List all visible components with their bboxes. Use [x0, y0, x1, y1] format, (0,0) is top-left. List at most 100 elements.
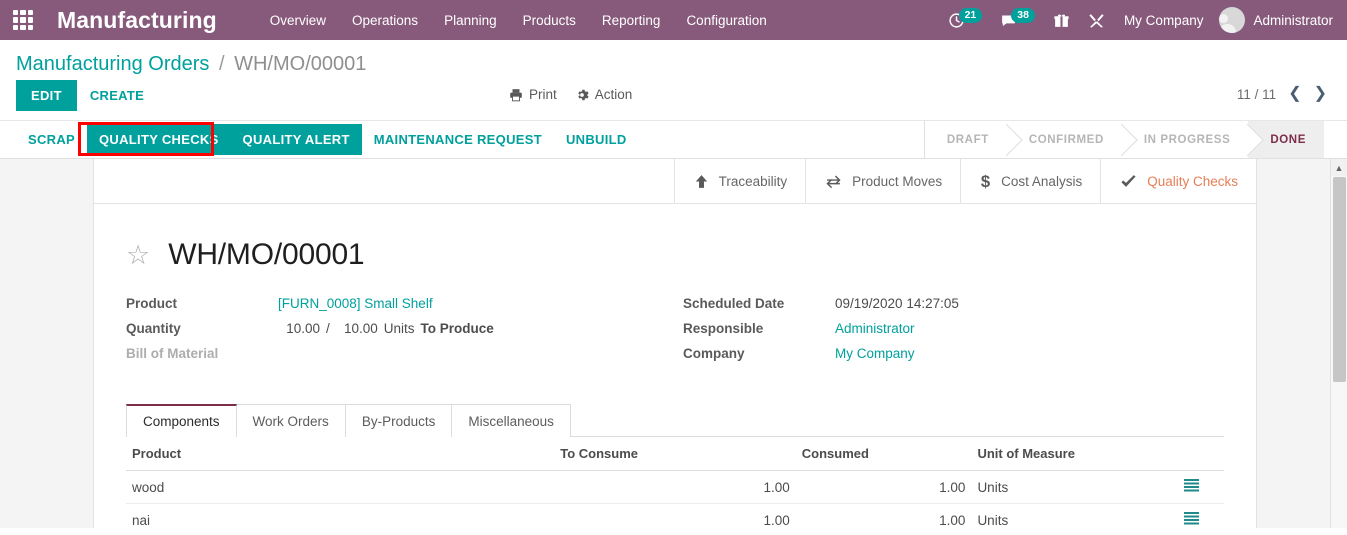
scrollbar-thumb[interactable]: [1333, 177, 1346, 382]
apps-grid-icon[interactable]: [13, 10, 33, 30]
form-background: Traceability Product Moves $ Cost Analys…: [0, 159, 1347, 528]
components-table-header: Product To Consume Consumed Unit of Meas…: [126, 437, 1224, 471]
stat-label-cost-analysis: Cost Analysis: [1001, 173, 1083, 189]
messages-menu[interactable]: 38: [991, 0, 1044, 40]
edit-button[interactable]: EDIT: [16, 80, 77, 111]
stat-buttons-bar: Traceability Product Moves $ Cost Analys…: [94, 159, 1256, 204]
breadcrumb-separator: /: [218, 53, 225, 75]
tab-components[interactable]: Components: [126, 404, 237, 437]
tab-by-products[interactable]: By-Products: [344, 404, 453, 437]
cell-product: wood: [126, 470, 555, 504]
stat-button-product-moves[interactable]: Product Moves: [805, 159, 960, 203]
menu-item-overview[interactable]: Overview: [257, 2, 339, 39]
breadcrumb: Manufacturing Orders / WH/MO/00001: [16, 40, 1331, 80]
column-header-to-consume[interactable]: To Consume: [554, 437, 796, 471]
menu-item-products[interactable]: Products: [510, 2, 589, 39]
main-menu: Overview Operations Planning Products Re…: [257, 2, 780, 39]
form-sheet: Traceability Product Moves $ Cost Analys…: [93, 159, 1257, 528]
menu-item-configuration[interactable]: Configuration: [673, 2, 779, 39]
components-table: Product To Consume Consumed Unit of Meas…: [126, 437, 1224, 528]
field-value-company[interactable]: My Company: [835, 346, 915, 361]
tools-menu[interactable]: [1079, 0, 1114, 40]
table-row[interactable]: wood 1.00 1.00 Units: [126, 470, 1224, 504]
menu-item-planning[interactable]: Planning: [431, 2, 510, 39]
notebook-tabs: Components Work Orders By-Products Misce…: [126, 403, 1224, 437]
table-header-row: Product To Consume Consumed Unit of Meas…: [126, 437, 1224, 471]
control-panel-dropdowns: Print Action: [509, 80, 632, 102]
scrap-button[interactable]: SCRAP: [16, 124, 87, 155]
company-switcher[interactable]: My Company: [1114, 13, 1214, 28]
components-table-body: wood 1.00 1.00 Units nai 1.00 1.00 Units: [126, 470, 1224, 528]
user-menu[interactable]: Administrator: [1213, 7, 1337, 33]
unbuild-button[interactable]: UNBUILD: [554, 124, 639, 155]
maintenance-request-button[interactable]: MAINTENANCE REQUEST: [362, 124, 554, 155]
breadcrumb-root-link[interactable]: Manufacturing Orders: [16, 53, 209, 75]
control-panel: Manufacturing Orders / WH/MO/00001 EDIT …: [0, 40, 1347, 121]
field-label-responsible: Responsible: [683, 321, 764, 336]
field-company: Company My Company: [683, 346, 1224, 371]
tab-miscellaneous[interactable]: Miscellaneous: [451, 404, 571, 437]
activities-menu[interactable]: 21: [939, 0, 992, 40]
gift-menu[interactable]: [1044, 0, 1079, 40]
caret-up-icon[interactable]: ▲: [1331, 159, 1347, 176]
gift-icon: [1054, 14, 1069, 27]
messages-count-badge: 38: [1011, 8, 1035, 23]
field-label-scheduled-date: Scheduled Date: [683, 296, 785, 311]
quantity-total: 10.00: [343, 321, 378, 336]
action-dropdown[interactable]: Action: [575, 87, 632, 102]
cell-to-consume: 1.00: [554, 470, 796, 504]
stat-button-traceability[interactable]: Traceability: [673, 159, 806, 203]
status-step-confirmed[interactable]: CONFIRMED: [1006, 121, 1122, 158]
stat-label-quality-checks: Quality Checks: [1147, 173, 1238, 189]
menu-item-reporting[interactable]: Reporting: [589, 2, 674, 39]
systray: 21 38 My Company Administrator: [939, 0, 1337, 40]
vertical-scrollbar[interactable]: ▲: [1330, 159, 1347, 528]
quality-checks-button[interactable]: QUALITY CHECKS: [87, 124, 231, 155]
svg-text:$: $: [981, 172, 990, 191]
control-panel-buttons: EDIT CREATE Print Action 11 / 11 ❮ ❯: [16, 80, 1331, 120]
column-header-unit-of-measure[interactable]: Unit of Measure: [971, 437, 1159, 471]
column-header-product[interactable]: Product: [126, 437, 555, 471]
create-button[interactable]: CREATE: [77, 80, 157, 111]
stat-button-cost-analysis[interactable]: $ Cost Analysis: [960, 159, 1100, 203]
field-responsible: Responsible Administrator: [683, 321, 1224, 346]
status-bar: DRAFT CONFIRMED IN PROGRESS DONE: [923, 121, 1324, 158]
avatar: [1219, 7, 1246, 33]
table-row[interactable]: nai 1.00 1.00 Units: [126, 503, 1224, 528]
list-lines-icon[interactable]: [1183, 479, 1199, 492]
quantity-done: 10.00: [286, 321, 320, 336]
top-navbar: Manufacturing Overview Operations Planni…: [0, 0, 1347, 40]
app-brand-title[interactable]: Manufacturing: [57, 7, 217, 34]
field-label-bill-of-material: Bill of Material: [126, 346, 219, 361]
quantity-uom: Units: [383, 321, 415, 336]
dollar-icon: $: [979, 172, 992, 191]
print-dropdown[interactable]: Print: [509, 87, 557, 102]
field-quantity: Quantity 10.00 / 10.00 Units To Produce: [126, 321, 675, 346]
pager-previous-button[interactable]: ❮: [1288, 86, 1301, 102]
print-label: Print: [529, 87, 557, 102]
pager-next-button[interactable]: ❯: [1314, 86, 1327, 102]
gear-icon: [578, 89, 589, 100]
wrench-icon: [1089, 13, 1104, 28]
cell-product: nai: [126, 503, 555, 528]
exchange-icon: [824, 173, 843, 190]
tab-work-orders[interactable]: Work Orders: [235, 404, 346, 437]
field-value-responsible[interactable]: Administrator: [835, 321, 915, 336]
menu-item-operations[interactable]: Operations: [339, 2, 431, 39]
star-outline-icon[interactable]: ☆: [126, 241, 150, 269]
user-name-label: Administrator: [1253, 12, 1333, 28]
breadcrumb-current: WH/MO/00001: [234, 53, 367, 75]
status-step-draft[interactable]: DRAFT: [924, 121, 1007, 158]
field-label-quantity: Quantity: [126, 321, 181, 336]
cell-consumed: 1.00: [795, 503, 972, 528]
stat-button-quality-checks[interactable]: Quality Checks: [1100, 159, 1256, 203]
quality-alert-button[interactable]: QUALITY ALERT: [230, 124, 362, 155]
column-header-consumed[interactable]: Consumed: [795, 437, 972, 471]
quantity-separator: /: [326, 321, 330, 336]
list-lines-icon[interactable]: [1183, 512, 1199, 525]
form-body: ☆ WH/MO/00001 Product [FURN_0008] Small …: [94, 204, 1256, 528]
field-value-product[interactable]: [FURN_0008] Small Shelf: [278, 296, 433, 311]
cell-unit-of-measure: Units: [971, 470, 1159, 504]
field-bill-of-material: Bill of Material: [126, 346, 675, 371]
status-step-in-progress[interactable]: IN PROGRESS: [1121, 121, 1249, 158]
